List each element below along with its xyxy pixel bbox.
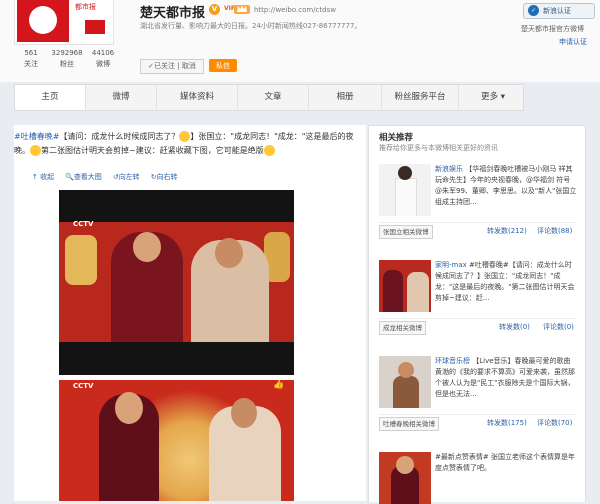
logo-red-block <box>17 0 69 42</box>
post-image-2[interactable]: CCTV 👍 <box>59 380 294 501</box>
related-sidebar: 相关推荐 推荐给你更多与本微博相关更好的资讯 新浪娱乐 【华福剑春晚吐槽被马小刚… <box>368 125 586 504</box>
guest-face <box>215 238 243 268</box>
vip-level-badge[interactable] <box>234 5 250 14</box>
hashtag-link[interactable]: #吐槽春晚# <box>14 132 59 141</box>
tab-albums[interactable]: 相册 <box>309 85 382 110</box>
rotate-right-link[interactable]: ↻向右转 <box>151 172 178 182</box>
related-item-text: 新浪娱乐 【华福剑春晚吐槽被马小刚马 祥其玩命先生】今年的央视春晚，@华福剑 符… <box>435 165 577 206</box>
emoji-laugh-icon <box>179 131 191 142</box>
related-item-bar: 吐槽春晚相关微博 转发数(175) 评论数(70) <box>379 414 577 431</box>
repost-count-link[interactable]: 转发数(0) <box>499 322 530 332</box>
follow-status-button[interactable]: ✓已关注 | 取消 <box>140 59 204 74</box>
related-item-author[interactable]: 新浪娱乐 <box>435 165 463 173</box>
profile-url-link[interactable]: http://weibo.com/ctdsw <box>254 6 336 14</box>
tab-home[interactable]: 主页 <box>15 85 86 110</box>
logo-calligraphy: 都市报 <box>75 3 96 11</box>
sidebar-subtitle: 推荐给你更多与本微博相关更好的资讯 <box>379 144 498 152</box>
rotate-left-link[interactable]: ↺向左转 <box>113 172 140 182</box>
related-thumbnail[interactable] <box>379 164 431 216</box>
comment-count-link[interactable]: 评论数(70) <box>537 418 572 428</box>
cctv-watermark: CCTV <box>73 382 94 390</box>
host-face <box>115 392 143 424</box>
post-text: #吐槽春晚#【请问：成龙什么时候成同志了？ 】张国立："成龙同志！"成龙："这是最… <box>14 131 354 156</box>
related-item-author[interactable]: 家明-max <box>435 261 467 269</box>
collapse-link[interactable]: ↑ 收起 <box>32 172 54 182</box>
related-item-text: 环球音乐榜 【Live音乐】春晚最可爱的歌曲黄渤的《我的要求不算高》可爱来袭，虽… <box>435 357 575 398</box>
view-large-link[interactable]: 🔍查看大图 <box>65 172 102 182</box>
emoji-shock-icon <box>263 145 275 156</box>
sidebar-title: 相关推荐 <box>379 133 414 143</box>
tab-more[interactable]: 更多 ▾ <box>459 85 527 110</box>
related-item-bar: 张国立相关微博 转发数(212) 评论数(88) <box>379 222 577 239</box>
apply-verify-link[interactable]: 申请认证 <box>559 37 587 47</box>
weibo-logo-icon: ✓ <box>528 5 539 16</box>
verified-v-icon[interactable]: V <box>209 4 220 15</box>
related-item-text: #最新点赞表情# 张国立老师这个表情算是年度点赞表情了吧。 <box>435 453 575 472</box>
related-topic-button[interactable]: 吐槽春晚相关微博 <box>379 417 439 431</box>
comment-count-link[interactable]: 评论数(88) <box>537 226 572 236</box>
stat-following[interactable]: 561 关注 <box>14 48 48 70</box>
tab-fan-service[interactable]: 粉丝服务平台 <box>382 85 459 110</box>
crown-icon <box>237 5 247 12</box>
related-item-bar: 成龙相关微博 转发数(0) 评论数(0) <box>379 318 577 335</box>
tab-media-info[interactable]: 媒体资料 <box>157 85 238 110</box>
logo-mark <box>29 6 57 34</box>
comment-count-link[interactable]: 评论数(0) <box>543 322 574 332</box>
related-thumbnail[interactable] <box>379 356 431 408</box>
related-topic-button[interactable]: 张国立相关微博 <box>379 225 433 239</box>
repost-count-link[interactable]: 转发数(212) <box>487 226 527 236</box>
stat-followers[interactable]: 3292968 粉丝 <box>50 48 84 70</box>
host-face <box>133 232 161 262</box>
message-button[interactable]: 私信 <box>209 59 237 72</box>
related-item-text: 家明-max #吐槽春晚#【请问：成龙什么时候成同志了？】张国立："成龙同志！"… <box>435 261 575 302</box>
related-thumbnail[interactable] <box>379 260 431 312</box>
tab-articles[interactable]: 文章 <box>238 85 309 110</box>
cctv-watermark: CCTV <box>73 220 94 228</box>
stat-posts[interactable]: 44106 微博 <box>86 48 120 70</box>
repost-count-link[interactable]: 转发数(175) <box>487 418 527 428</box>
logo-seal <box>85 20 105 34</box>
profile-nav: 主页 微博 媒体资料 文章 相册 粉丝服务平台 更多 ▾ <box>14 84 524 111</box>
tab-weibo[interactable]: 微博 <box>86 85 157 110</box>
emoji-surprised-icon <box>30 145 41 156</box>
guest-face <box>231 398 257 428</box>
post-image-1[interactable]: CCTV <box>59 190 294 375</box>
profile-avatar[interactable]: 都市报 <box>14 0 114 45</box>
official-account-label: 楚天都市报官方微博 <box>521 25 584 33</box>
thumbs-up-icon: 👍 <box>273 380 285 390</box>
profile-header: 都市报 561 关注 3292968 粉丝 44106 微博 楚天都市报 V V… <box>0 0 600 82</box>
weibo-feed: #吐槽春晚#【请问：成龙什么时候成同志了？ 】张国立："成龙同志！"成龙："这是最… <box>14 125 366 501</box>
stage-decoration <box>65 235 97 285</box>
related-topic-button[interactable]: 成龙相关微博 <box>379 321 426 335</box>
related-thumbnail[interactable] <box>379 452 431 504</box>
profile-name: 楚天都市报 <box>140 6 206 21</box>
sina-verify-badge[interactable]: ✓ 新浪认证 <box>523 3 595 19</box>
profile-intro: 湖北省发行量、影响力最大的日报。24小时新闻热线027-86777777。 <box>140 22 362 30</box>
image-toolbar: ↑ 收起 🔍查看大图 ↺向左转 ↻向右转 <box>32 172 178 182</box>
related-item-author[interactable]: 环球音乐榜 <box>435 357 470 365</box>
